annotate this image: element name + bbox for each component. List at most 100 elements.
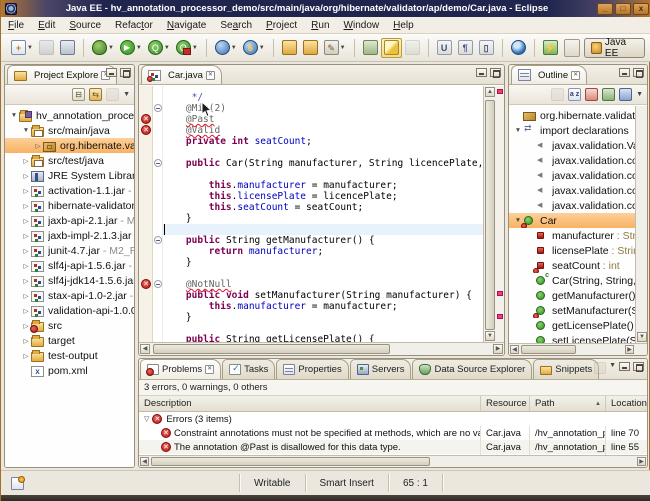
view-menu-icon[interactable] (106, 88, 119, 101)
close-icon[interactable]: ✕ (571, 71, 580, 80)
menu-edit[interactable]: Edit (31, 19, 62, 32)
tab-project-explorer[interactable]: Project Explore ✕ (7, 65, 117, 84)
editor-overview-ruler[interactable] (496, 86, 504, 342)
close-icon[interactable]: ✕ (205, 365, 214, 374)
chevron-down-icon[interactable]: ▼ (340, 45, 346, 51)
project-tree-item[interactable]: ▷jaxb-impl-2.1.3.jar - M (5, 228, 134, 243)
team-sync-button[interactable]: ⚡ (540, 38, 561, 58)
chevron-collapsed-icon[interactable]: ▷ (21, 232, 31, 240)
project-tree-item[interactable]: ▷validation-api-1.0.0.GA (5, 303, 134, 318)
chevron-collapsed-icon[interactable]: ▷ (21, 202, 31, 210)
debug-button[interactable]: ▼ (89, 38, 117, 58)
outline-tree-item[interactable]: setManufacturer(Strin (509, 303, 635, 318)
error-mark[interactable] (497, 89, 503, 94)
scrollbar-thumb[interactable] (151, 457, 430, 466)
outline-tree-item[interactable]: ▼Car (509, 213, 635, 228)
java-ee-perspective-button[interactable]: Java EE (584, 38, 645, 58)
error-marker-icon[interactable]: ✕ (141, 114, 151, 124)
hide-static-members-icon[interactable] (602, 88, 615, 101)
menu-navigate[interactable]: Navigate (160, 19, 213, 32)
menu-refactor[interactable]: Refactor (108, 19, 160, 32)
sort-icon[interactable]: a z (568, 88, 581, 101)
chevron-collapsed-icon[interactable]: ▷ (21, 307, 31, 315)
link-with-editor-icon[interactable]: ⇆ (89, 88, 102, 101)
collapse-fold-icon[interactable] (154, 159, 162, 167)
chevron-down-icon[interactable]: ▼ (136, 45, 142, 51)
project-tree-item[interactable]: ▷target (5, 333, 134, 348)
outline-tree-item[interactable]: javax.validation.Valid (509, 138, 635, 153)
chevron-expanded-icon[interactable]: ▼ (9, 112, 19, 119)
scroll-left-icon[interactable]: ◀ (140, 344, 150, 354)
tab-car-java[interactable]: Car.java ✕ (141, 65, 222, 84)
chevron-collapsed-icon[interactable]: ▷ (21, 262, 31, 270)
close-button[interactable]: x (633, 3, 649, 15)
column-header-resource[interactable]: Resource (481, 396, 530, 411)
project-tree-item[interactable]: ▷hibernate-validator-4.0 (5, 198, 134, 213)
chevron-down-icon[interactable]: ▼ (636, 91, 643, 98)
outline-tree-item[interactable]: javax.validation.constr (509, 153, 635, 168)
column-header-path[interactable]: Path▲ (530, 396, 606, 411)
outline-tree-item[interactable]: cCar(String, String, int) (509, 273, 635, 288)
collapse-fold-icon[interactable] (154, 104, 162, 112)
editor-vertical-scrollbar[interactable]: ▲ ▼ (483, 86, 496, 342)
open-folder-button[interactable] (300, 38, 321, 58)
project-tree-item[interactable]: ▷activation-1.1.jar - M2 (5, 183, 134, 198)
scrollbar-thumb[interactable] (485, 100, 495, 330)
project-tree-item[interactable]: ▷jaxb-api-2.1.jar - M2_P (5, 213, 134, 228)
chevron-down-icon[interactable]: ▼ (259, 45, 265, 51)
minimize-view-icon[interactable] (619, 68, 630, 77)
project-tree-item[interactable]: ▷slf4j-api-1.5.6.jar - M2 (5, 258, 134, 273)
menu-search[interactable]: Search (213, 19, 259, 32)
chevron-down-icon[interactable]: ▼ (108, 45, 114, 51)
collapse-fold-icon[interactable] (154, 280, 162, 288)
outline-tree-item[interactable]: manufacturer : String (509, 228, 635, 243)
chevron-down-icon[interactable]: ▼ (123, 91, 130, 98)
tab-outline[interactable]: Outline ✕ (511, 65, 587, 84)
project-tree-item[interactable]: ▷test-output (5, 348, 134, 363)
chevron-down-icon[interactable]: ▼ (164, 45, 170, 51)
minimize-view-icon[interactable] (106, 68, 117, 77)
hide-fields-icon[interactable] (585, 88, 598, 101)
error-mark[interactable] (497, 291, 503, 296)
scroll-right-icon[interactable]: ▶ (637, 457, 646, 466)
problems-horizontal-scrollbar[interactable]: ◀ ▶ (139, 455, 647, 467)
run-button[interactable]: ▼ (117, 38, 145, 58)
scroll-left-icon[interactable]: ◀ (140, 457, 149, 466)
menu-window[interactable]: Window (337, 19, 387, 32)
hide-non-public-icon[interactable] (619, 88, 632, 101)
show-whitespace-button[interactable]: ¶ (455, 38, 476, 58)
scroll-right-icon[interactable]: ▶ (625, 345, 634, 354)
project-tree-item[interactable]: ▼src/main/java (5, 123, 134, 138)
maximize-view-icon[interactable] (120, 68, 131, 77)
run-history-button[interactable]: Q▼ (145, 38, 173, 58)
chevron-down-icon[interactable]: ▼ (231, 45, 237, 51)
tab-servers[interactable]: Servers (350, 359, 412, 379)
column-header-location[interactable]: Location (606, 396, 647, 411)
chevron-collapsed-icon[interactable]: ▷ (21, 157, 31, 165)
menu-help[interactable]: Help (386, 19, 421, 32)
chevron-collapsed-icon[interactable]: ▷ (21, 217, 31, 225)
highlight-button[interactable] (381, 38, 402, 58)
maximize-button[interactable]: □ (615, 3, 631, 15)
maximize-view-icon[interactable] (633, 68, 644, 77)
outline-tree-item[interactable]: org.hibernate.validator.a (509, 108, 635, 123)
new-web-service-button[interactable]: ▼ (212, 38, 240, 58)
scrollbar-thumb[interactable] (153, 344, 390, 354)
outline-tree-item[interactable]: seatCount : int (509, 258, 635, 273)
minimize-view-icon[interactable] (619, 362, 630, 371)
problems-group-row[interactable]: ▽ ✕ Errors (3 items) (139, 412, 647, 426)
outline-tree-item[interactable]: getLicensePlate() : Str (509, 318, 635, 333)
search-button[interactable]: ✎▼ (321, 38, 349, 58)
web-service-explorer-button[interactable]: 6▼ (240, 38, 268, 58)
menu-run[interactable]: Run (304, 19, 336, 32)
chevron-collapsed-icon[interactable]: ▷ (21, 337, 31, 345)
project-tree-item[interactable]: ▷src/test/java (5, 153, 134, 168)
project-tree-item[interactable]: xpom.xml (5, 363, 134, 378)
tab-problems[interactable]: Problems✕ (140, 359, 221, 379)
maximize-view-icon[interactable] (490, 68, 501, 77)
tab-snippets[interactable]: Snippets (533, 359, 599, 379)
outline-horizontal-scrollbar[interactable]: ◀ ▶ (509, 343, 647, 355)
chevron-expanded-icon[interactable]: ▼ (21, 127, 31, 134)
code-area[interactable]: */ @Min(2) @Past @Valid private int seat… (163, 86, 483, 342)
menu-project[interactable]: Project (259, 19, 304, 32)
